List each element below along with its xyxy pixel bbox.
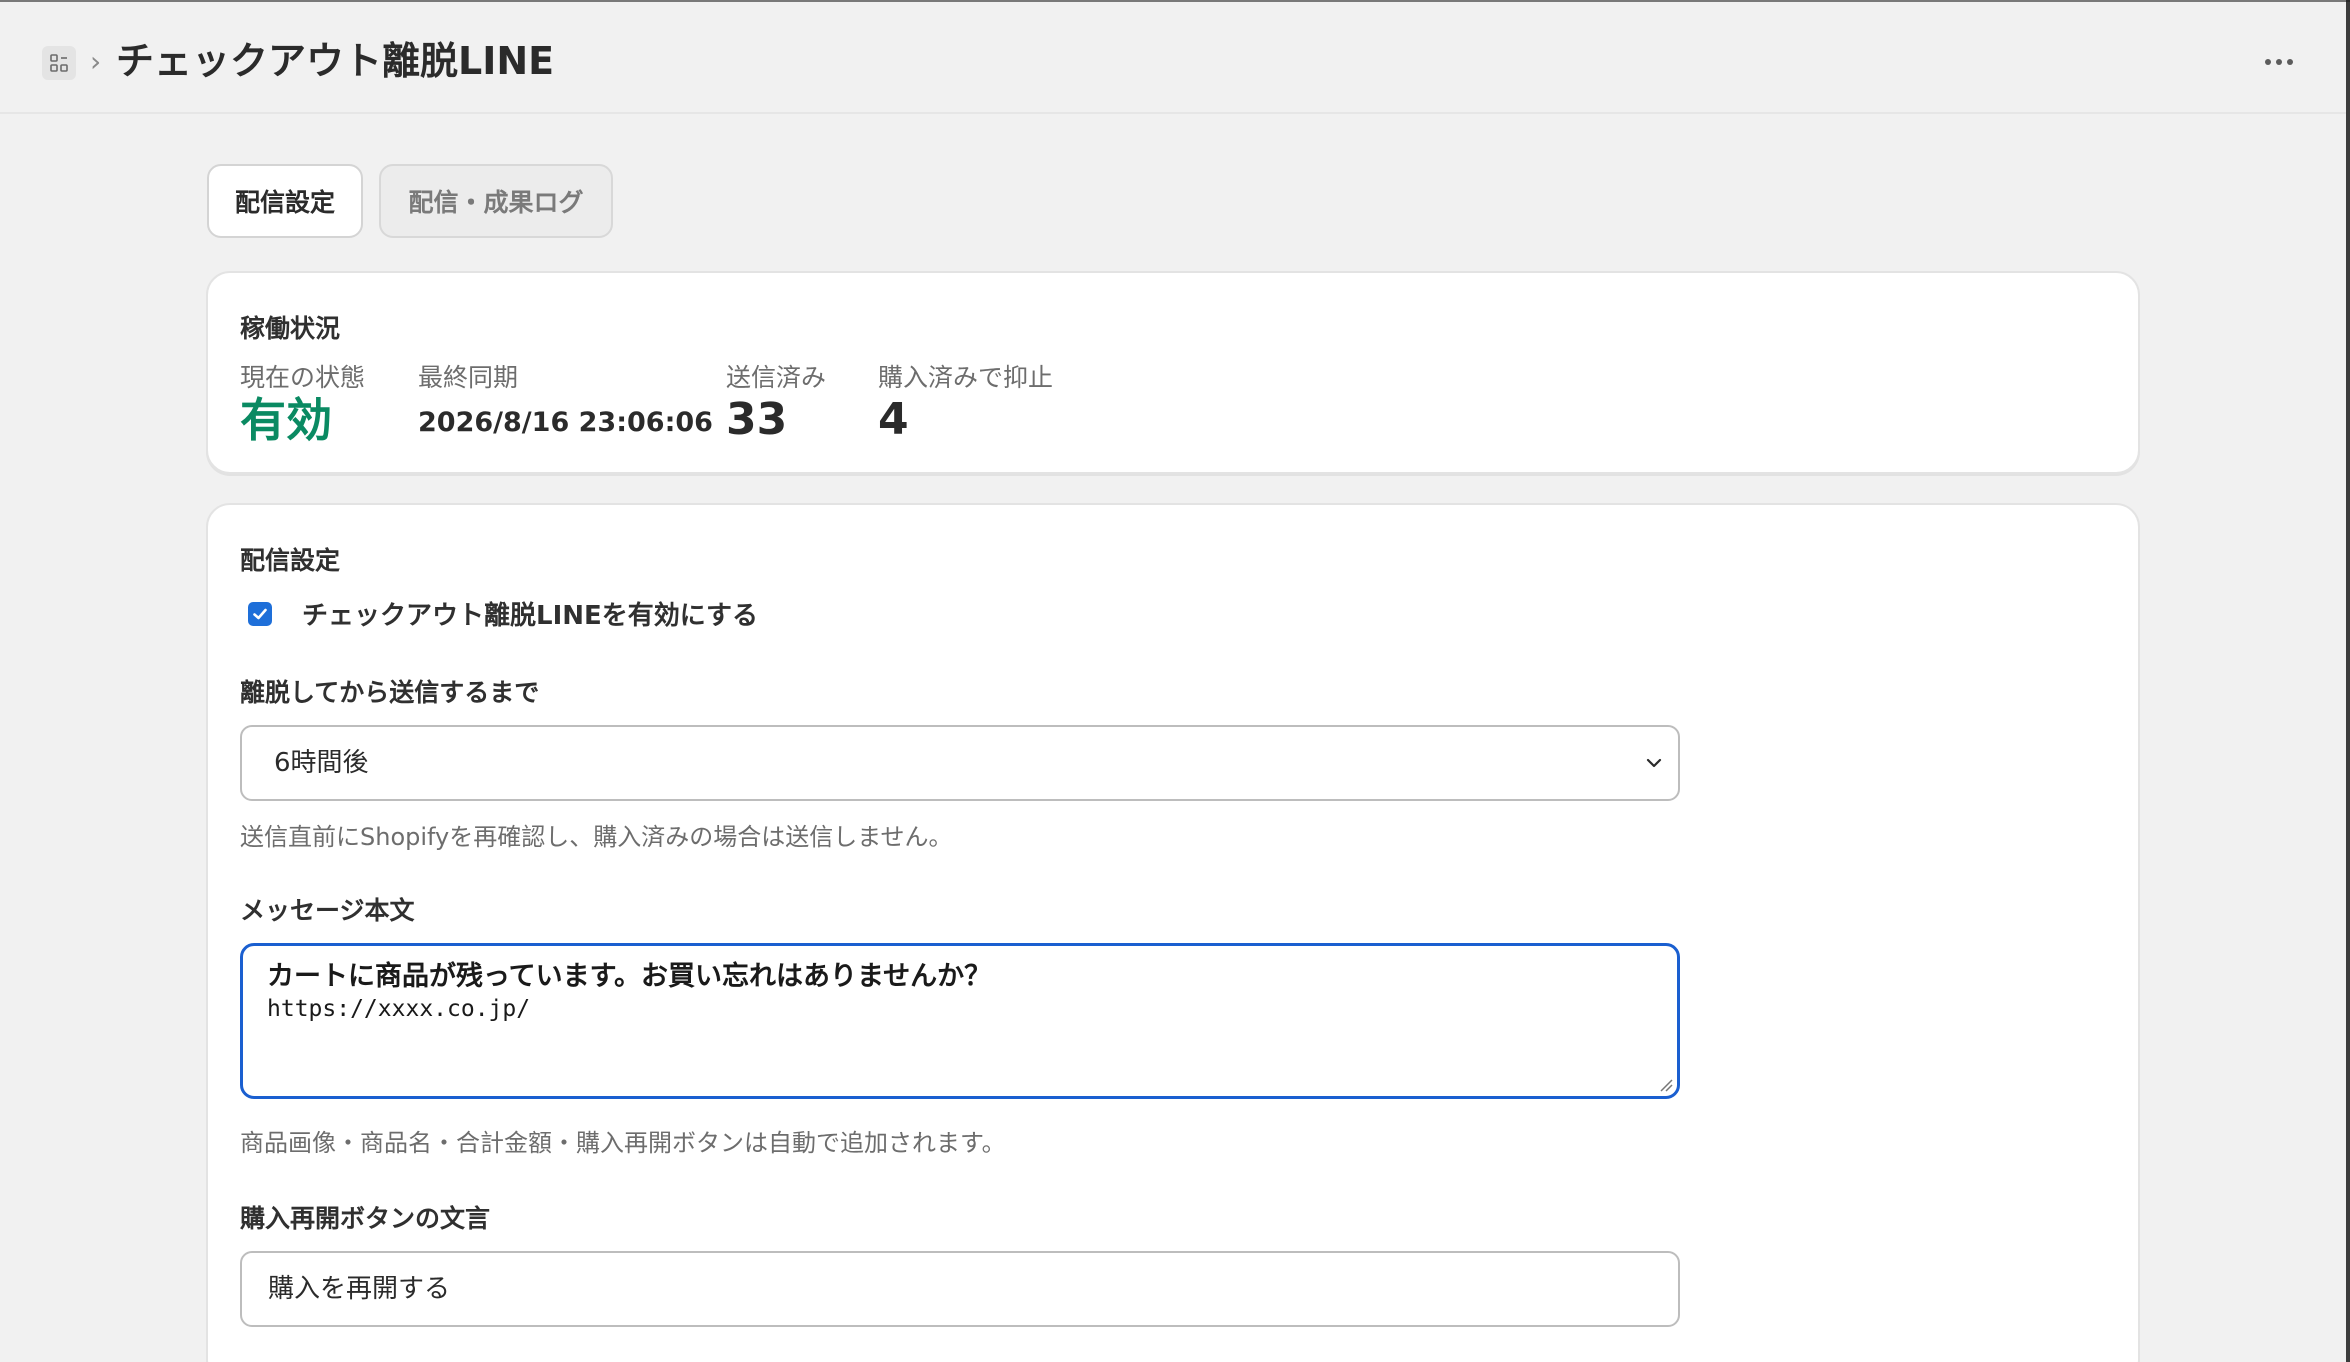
app-window: › チェックアウト離脱LINE 配信設定 配信・成果ログ 稼働状況 現在の状態 … [0,0,2350,1362]
stat-value: 4 [878,394,909,445]
stat-label: 最終同期 [418,363,519,392]
breadcrumb-chevron-icon: › [90,45,102,78]
stat-sent: 送信済み 33 [726,363,826,447]
message-label: メッセージ本文 [240,896,415,925]
ellipsis-dot [2276,59,2282,65]
message-help-text: 商品画像・商品名・合計金額・購入再開ボタンは自動で追加されます。 [240,1129,1006,1157]
status-card: 稼働状況 現在の状態 有効 最終同期 2026/8/16 23:06:06 送信… [206,271,2140,474]
delay-select[interactable]: 6時間後 [240,725,1680,801]
delay-help-text: 送信直前にShopifyを再確認し、購入済みの場合は送信しません。 [240,823,953,851]
delay-select-value: 6時間後 [274,748,369,778]
stat-value: 2026/8/16 23:06:06 [418,407,713,438]
resize-handle-icon[interactable] [1659,1078,1673,1092]
button-text-input[interactable]: 購入を再開する [240,1251,1680,1327]
message-text-line: カートに商品が残っています。お買い忘れはありませんか？ [267,961,992,992]
enable-checkbox[interactable] [248,601,272,626]
stat-label: 送信済み [726,363,827,392]
button-text-label: 購入再開ボタンの文言 [240,1204,491,1233]
page-title: チェックアウト離脱LINE [116,39,555,83]
status-card-title: 稼働状況 [240,314,341,343]
message-url-line: https://xxxx.co.jp/ [267,996,531,1022]
page-header: › チェックアウト離脱LINE [0,0,2346,114]
enable-checkbox-row: チェックアウト離脱LINEを有効にする [248,595,758,632]
tab-delivery-log[interactable]: 配信・成果ログ [379,164,613,238]
stat-last-sync: 最終同期 2026/8/16 23:06:06 [418,363,713,449]
tab-delivery-settings[interactable]: 配信設定 [207,164,363,238]
ellipsis-dot [2287,59,2293,65]
status-badge: 有効 [240,393,332,447]
stat-label: 現在の状態 [240,363,366,392]
delay-label: 離脱してから送信するまで [240,678,540,707]
message-textarea[interactable]: カートに商品が残っています。お買い忘れはありませんか？ https://xxxx… [240,943,1680,1099]
enable-checkbox-label[interactable]: チェックアウト離脱LINEを有効にする [302,595,758,632]
window-right-border [2346,0,2350,1362]
settings-card: 配信設定 チェックアウト離脱LINEを有効にする 離脱してから送信するまで 6時… [206,503,2140,1362]
stat-current-state: 現在の状態 有効 [240,363,365,447]
chevron-down-icon [1646,758,1662,768]
settings-card-title: 配信設定 [240,546,341,575]
apps-icon[interactable] [42,46,76,80]
stat-value: 33 [726,394,788,445]
stat-label: 購入済みで抑止 [878,363,1054,392]
button-text-value: 購入を再開する [268,1274,451,1304]
more-actions-button[interactable] [2256,44,2302,80]
stat-suppressed: 購入済みで抑止 4 [878,363,1053,447]
ellipsis-icon [2265,59,2271,65]
check-icon [253,608,267,619]
